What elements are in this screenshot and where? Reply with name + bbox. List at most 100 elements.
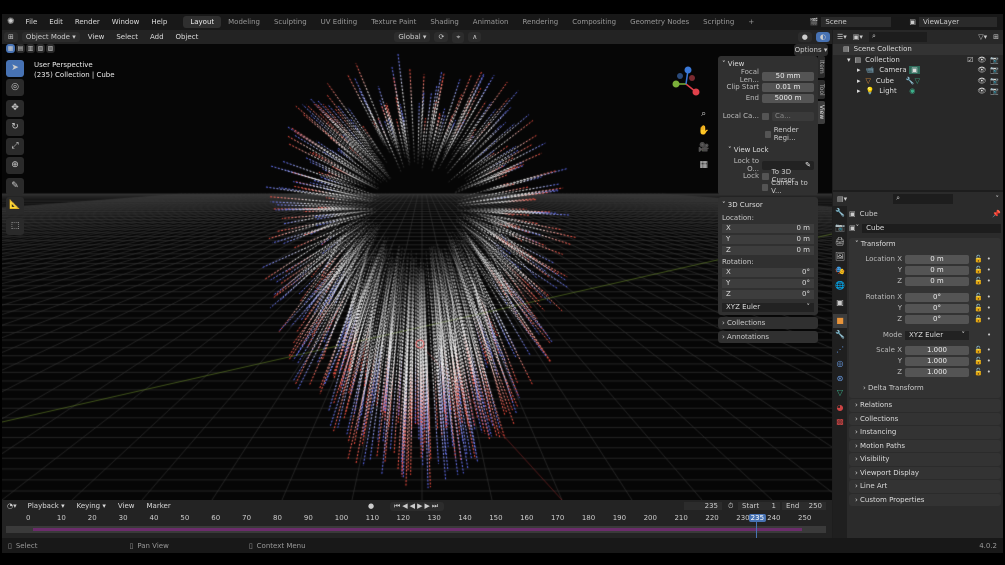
menu-help[interactable]: Help [145,18,173,26]
delta-transform-header[interactable]: › Delta Transform [849,382,1001,394]
menu-object[interactable]: Object [170,33,205,41]
editor-type-icon[interactable]: ▤▾ [837,195,847,203]
section-motion-paths[interactable]: › Motion Paths [849,439,1001,452]
select-invert-icon[interactable]: ▧ [36,44,45,53]
start-frame-field[interactable]: Start 1 [738,502,780,510]
tab-tool[interactable]: Tool [818,79,825,100]
pan-hand-icon[interactable]: ✋ [698,123,709,140]
pivot-icon[interactable]: ⟳ [434,32,449,42]
cursor-rot-y-field[interactable]: Y 0° [722,278,814,288]
menu-render[interactable]: Render [69,18,106,26]
field-value[interactable]: 1.000 [905,356,969,366]
navigation-gizmo[interactable] [666,64,706,104]
render-camera-icon[interactable]: 📷 [990,66,999,74]
menu-marker[interactable]: Marker [141,502,177,510]
focal-length-field[interactable]: 50 mm [762,71,814,81]
outliner-search-input[interactable]: ⌕ [868,32,927,42]
mesh-data-icon[interactable]: ▽ [915,77,920,85]
field-value[interactable]: 0° [905,314,969,324]
output-properties-tab-icon[interactable]: 🖨 [833,235,847,250]
section-line-art[interactable]: › Line Art [849,480,1001,493]
render-camera-icon[interactable]: 📷 [990,87,999,95]
tab-modeling[interactable]: Modeling [221,16,267,28]
tab-layout[interactable]: Layout [183,16,222,28]
outliner-item-camera[interactable]: ▸ 📹 Camera ▣ 👁 📷 [833,65,1003,76]
scale-tool-icon[interactable]: ⤢ [6,138,24,155]
keyframe-dot-icon[interactable]: • [987,346,991,354]
lock-icon[interactable]: 🔓 [974,255,983,263]
visibility-eye-icon[interactable]: 👁 [977,87,986,95]
menu-file[interactable]: File [20,18,44,26]
constraints-properties-tab-icon[interactable]: ⊛ [833,372,847,387]
render-region-checkbox[interactable] [765,130,771,138]
scene-properties-tab-icon[interactable]: 🎭 [833,264,847,279]
object-type-icon[interactable]: ▣˅ [849,224,859,232]
cursor-loc-z-field[interactable]: Z 0 m [722,245,814,255]
clip-end-field[interactable]: 5000 m [762,93,814,103]
cursor-loc-x-field[interactable]: X 0 m [722,223,814,233]
lock-icon[interactable]: 🔓 [974,357,983,365]
pin-icon[interactable]: 📌 [992,210,1001,218]
section-visibility[interactable]: › Visibility [849,453,1001,466]
tool-properties-tab-icon[interactable]: 🔧 [833,206,847,221]
rotate-tool-icon[interactable]: ↻ [6,119,24,136]
select-subtract-icon[interactable]: ▥ [26,44,35,53]
menu-select[interactable]: Select [110,33,144,41]
view-layer-selector[interactable]: ViewLayer [919,17,997,27]
keyframe-dot-icon[interactable]: • [987,277,991,285]
object-name-field[interactable]: Cube [862,223,1001,233]
tab-texture-paint[interactable]: Texture Paint [364,16,423,28]
cursor-loc-y-field[interactable]: Y 0 m [722,234,814,244]
section-viewport-display[interactable]: › Viewport Display [849,466,1001,479]
ortho-grid-icon[interactable]: ▦ [698,157,709,174]
new-collection-icon[interactable]: ⊞ [993,33,999,41]
outliner-item-light[interactable]: ▸ 💡 Light ◉ 👁 📷 [833,86,1003,97]
view-layer-properties-tab-icon[interactable]: 🖼 [833,250,847,265]
keyframe-dot-icon[interactable]: • [987,255,991,263]
properties-search-input[interactable]: ⌕ [893,194,954,204]
display-mode-icon[interactable]: ☰▾ [837,33,847,41]
keyframe-dot-icon[interactable]: • [987,315,991,323]
physics-properties-tab-icon[interactable]: ◎ [833,357,847,372]
outliner-collection[interactable]: ▾ ▤ Collection ☑ 👁 📷 [833,55,1003,66]
3d-viewport[interactable]: ▦ ▤ ▥ ▧ ▨ ➤ ◎ ✥ ↻ ⤢ ⊕ ✎ 📐 ⬚ User Perspec… [2,44,832,500]
field-value[interactable]: 0° [905,292,969,302]
clip-start-field[interactable]: 0.01 m [762,82,814,92]
annotations-panel-header[interactable]: › Annotations [718,331,818,343]
transform-orientation-dropdown[interactable]: Global ▾ [394,32,431,42]
keyframe-dot-icon[interactable]: • [987,357,991,365]
expand-icon[interactable]: ▸ [857,66,861,74]
select-new-icon[interactable]: ▦ [6,44,15,53]
select-extend-icon[interactable]: ▤ [16,44,25,53]
render-camera-icon[interactable]: 📷 [990,77,999,85]
particles-properties-tab-icon[interactable]: ⋰ [833,343,847,358]
proportional-icon[interactable]: ∧ [468,32,482,42]
mode-dropdown[interactable]: Object Mode ▾ [21,32,80,42]
lock-icon[interactable]: 🔓 [974,346,983,354]
tab-shading[interactable]: Shading [423,16,465,28]
visibility-eye-icon[interactable]: 👁 [977,66,986,74]
light-data-icon[interactable]: ◉ [909,87,915,95]
menu-view[interactable]: View [112,502,141,510]
exclude-checkbox[interactable]: ☑ [967,56,973,64]
field-value[interactable]: 0° [905,303,969,313]
lock-icon[interactable]: 🔓 [974,293,983,301]
data-properties-tab-icon[interactable]: ▽ [833,386,847,401]
select-box-tool-icon[interactable]: ➤ [6,60,24,77]
lock-icon[interactable]: 🔓 [974,304,983,312]
keyframe-dot-icon[interactable]: • [987,266,991,274]
section-collections[interactable]: › Collections [849,412,1001,425]
menu-playback[interactable]: Playback ▾ [22,502,71,510]
cursor-rot-x-field[interactable]: X 0° [722,267,814,277]
record-button[interactable]: ● [368,502,374,510]
select-intersect-icon[interactable]: ▨ [46,44,55,53]
blender-logo-icon[interactable]: ✺ [2,17,20,27]
timeline-track[interactable] [6,526,826,533]
tab-sculpting[interactable]: Sculpting [267,16,314,28]
tab-scripting[interactable]: Scripting [696,16,741,28]
add-workspace-button[interactable]: + [741,16,761,28]
stopwatch-icon[interactable]: ⏱ [728,502,733,511]
menu-edit[interactable]: Edit [43,18,69,26]
view-lock-header[interactable]: ˅ View Lock [722,144,814,156]
lock-icon[interactable]: 🔓 [974,277,983,285]
